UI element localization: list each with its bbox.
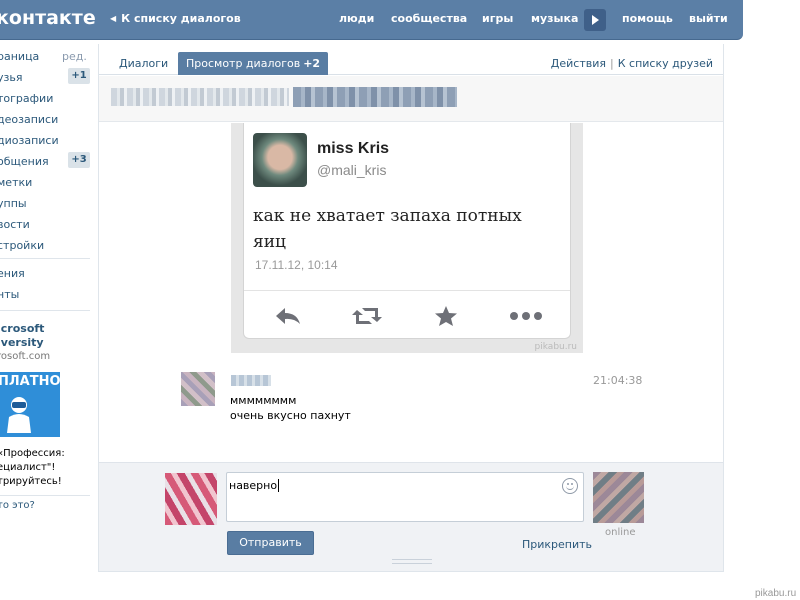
- sidebar-item-photos[interactable]: тографии: [0, 92, 53, 105]
- sidebar-item-audio[interactable]: диозаписи: [0, 134, 59, 147]
- tweet-card: miss Kris @mali_kris как не хватает запа…: [243, 123, 571, 339]
- smile-icon[interactable]: [562, 478, 578, 494]
- ad-what-link[interactable]: то это?: [0, 500, 35, 511]
- sidebar-item-friends[interactable]: узья: [0, 71, 22, 84]
- reply-input[interactable]: наверно​: [226, 472, 584, 522]
- sidebar-edit-link[interactable]: ред.: [62, 50, 87, 63]
- tab-dialogs[interactable]: Диалоги: [111, 52, 176, 75]
- tab-view-dialogs[interactable]: Просмотр диалогов +2: [178, 52, 329, 75]
- nav-games[interactable]: игры: [482, 12, 513, 25]
- ad-image[interactable]: ПЛАТНО: [0, 372, 60, 437]
- retweet-icon: [352, 308, 382, 324]
- blurred-sender-name[interactable]: [231, 375, 271, 386]
- blurred-participant-name[interactable]: [293, 87, 457, 107]
- nav-help[interactable]: помощь: [622, 12, 673, 25]
- person-icon: [7, 397, 31, 433]
- ad-text-line: ециалист"!: [0, 462, 56, 473]
- send-button[interactable]: Отправить: [227, 531, 314, 555]
- tweet-divider: [244, 290, 570, 291]
- ad-text: «Профессия: ециалист"! трируйтесь!: [0, 447, 92, 489]
- avatar[interactable]: [181, 372, 215, 406]
- reply-composer: наверно​ Отправить Прикрепить online: [99, 462, 723, 571]
- tweet-text: как не хватает запаха потных яиц: [253, 206, 522, 252]
- sidebar-item-settings[interactable]: стройки: [0, 239, 44, 252]
- actions-link[interactable]: Действия: [551, 57, 606, 70]
- back-to-dialogs-link[interactable]: ◀ К списку диалогов: [110, 12, 241, 25]
- tabs-actions: Действия | К списку друзей: [551, 57, 713, 70]
- tab-view-dialogs-count: +2: [303, 57, 321, 70]
- nav-communities[interactable]: сообщества: [391, 12, 467, 25]
- tweet-date: 17.11.12, 10:14: [255, 258, 338, 272]
- sidebar-divider: [0, 495, 90, 496]
- friends-list-link[interactable]: К списку друзей: [618, 57, 713, 70]
- sidebar-item-notes[interactable]: метки: [0, 176, 32, 189]
- sidebar-item-messages[interactable]: общения: [0, 155, 49, 168]
- ad-text-line: трируйтесь!: [0, 476, 62, 487]
- message-time: 21:04:38: [593, 374, 643, 387]
- play-icon[interactable]: [584, 9, 606, 31]
- ad-image-badge: ПЛАТНО: [0, 374, 60, 389]
- tweet-author-handle: @mali_kris: [317, 162, 387, 178]
- attach-link[interactable]: Прикрепить: [522, 538, 592, 551]
- star-icon: [435, 306, 457, 326]
- tabs-bar: Диалоги Просмотр диалогов +2 Действия | К с…: [99, 44, 723, 75]
- sidebar-item-news[interactable]: вости: [0, 218, 30, 231]
- sidebar-item-apps[interactable]: ения: [0, 267, 25, 280]
- friends-badge[interactable]: +1: [68, 68, 90, 84]
- actions-divider: |: [610, 57, 614, 70]
- sidebar-item-ads[interactable]: нты: [0, 288, 19, 301]
- peer-avatar[interactable]: [593, 472, 644, 523]
- ad-text-line: «Профессия:: [0, 448, 65, 459]
- back-to-dialogs-label: К списку диалогов: [121, 12, 241, 25]
- sidebar-item-videos[interactable]: деозаписи: [0, 113, 58, 126]
- message-line: очень вкусно пахнут: [230, 409, 351, 422]
- nav-logout[interactable]: выйти: [689, 12, 728, 25]
- message-text: мммммммм очень вкусно пахнут: [230, 393, 351, 423]
- dialog-panel: Диалоги Просмотр диалогов +2 Действия | К с…: [98, 44, 724, 572]
- dialog-participants: [99, 76, 723, 122]
- image-watermark: pikabu.ru: [534, 342, 577, 352]
- resize-handle[interactable]: [392, 559, 432, 564]
- online-status: online: [605, 527, 636, 538]
- tweet-author-name: miss Kris: [317, 140, 390, 157]
- top-bar: контакте ◀ К списку диалогов люди сообщес…: [0, 0, 743, 40]
- ad-domain: rosoft.com: [0, 351, 51, 362]
- nav-music[interactable]: музыка: [531, 12, 578, 25]
- sidebar-item-page[interactable]: раница: [0, 50, 39, 63]
- chevron-left-icon: ◀: [110, 14, 117, 23]
- more-icon: [510, 312, 542, 320]
- message-line: мммммммм: [230, 394, 297, 407]
- nav-people[interactable]: люди: [339, 12, 374, 25]
- ad-title-line: icrosoft: [0, 322, 45, 335]
- text-cursor: ​: [278, 479, 280, 492]
- sidebar-divider: [0, 310, 90, 311]
- tab-view-dialogs-label: Просмотр диалогов: [186, 57, 301, 70]
- my-avatar[interactable]: [165, 473, 217, 525]
- ad-title[interactable]: icrosoft iversity: [0, 322, 44, 350]
- tweet-avatar: [253, 133, 307, 187]
- blurred-participant-name[interactable]: [111, 88, 289, 106]
- ad-title-line: iversity: [0, 336, 44, 349]
- sidebar-item-groups[interactable]: уппы: [0, 197, 27, 210]
- site-logo[interactable]: контакте: [0, 7, 96, 29]
- messages-badge[interactable]: +3: [68, 152, 90, 168]
- page-watermark: pikabu.ru: [755, 588, 797, 599]
- sidebar-divider: [0, 258, 90, 259]
- tweet-image[interactable]: miss Kris @mali_kris как не хватает запа…: [231, 123, 583, 353]
- reply-input-value: наверно: [229, 479, 278, 492]
- reply-icon: [276, 308, 300, 324]
